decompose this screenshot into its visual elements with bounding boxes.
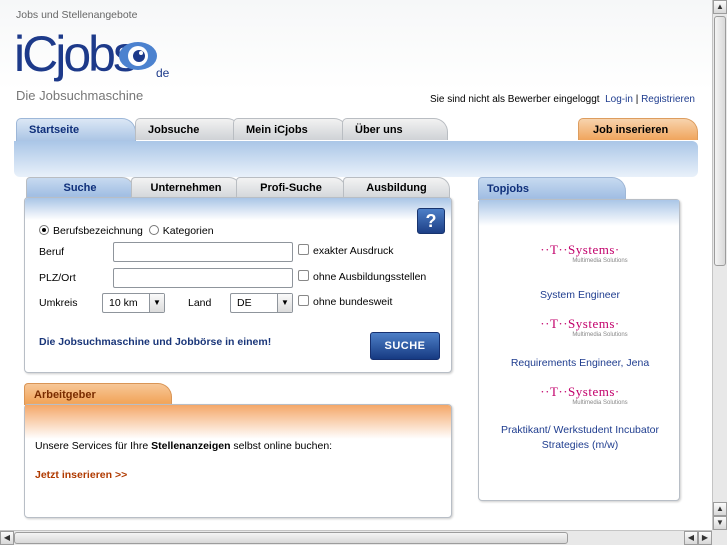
exact-option: exakter Ausdruck xyxy=(298,244,394,257)
no-training-checkbox[interactable] xyxy=(298,270,309,281)
radius-label: Umkreis xyxy=(39,297,78,309)
country-select[interactable]: DE ▼ xyxy=(230,293,293,313)
tab-unternehmen[interactable]: Unternehmen xyxy=(131,177,241,198)
radio-berufsbezeichnung-label: Berufsbezeichnung xyxy=(53,225,143,237)
scroll-up-icon[interactable]: ▲ xyxy=(713,502,727,516)
tab-jobsuche[interactable]: Jobsuche xyxy=(135,118,241,140)
country-label: Land xyxy=(188,297,212,309)
company-name: ··T··Systems· xyxy=(540,316,620,331)
tab-suche[interactable]: Suche xyxy=(26,177,134,198)
vertical-scroll-thumb[interactable] xyxy=(714,16,726,266)
company-logo[interactable]: ··T··Systems· Multimedia Solutions xyxy=(479,316,681,338)
tab-ausbildung[interactable]: Ausbildung xyxy=(343,177,450,198)
chevron-down-icon: ▼ xyxy=(149,294,164,312)
employer-panel: Unsere Services für Ihre Stellenanzeigen… xyxy=(24,404,452,518)
scroll-left-icon[interactable]: ◀ xyxy=(0,531,14,545)
chevron-down-icon: ▼ xyxy=(277,294,292,312)
radio-kategorien[interactable] xyxy=(148,225,159,235)
register-link[interactable]: Registrieren xyxy=(641,94,695,105)
topjobs-panel: ··T··Systems· Multimedia Solutions Syste… xyxy=(478,199,680,501)
topjob-link[interactable]: System Engineer xyxy=(491,288,669,303)
company-subtitle: Multimedia Solutions xyxy=(572,332,628,338)
beruf-input[interactable] xyxy=(113,242,293,262)
login-separator: | xyxy=(635,94,639,105)
logo-text: iCjobs xyxy=(14,26,138,82)
radio-kategorien-label: Kategorien xyxy=(162,225,214,237)
search-button[interactable]: SUCHE xyxy=(370,332,440,360)
main-tab-bar xyxy=(14,141,698,177)
post-job-link[interactable]: Jetzt inserieren >> xyxy=(35,469,127,481)
help-button[interactable]: ? xyxy=(417,208,445,234)
login-status-bar: Sie sind nicht als Bewerber eingeloggt L… xyxy=(430,94,695,105)
scroll-left-icon[interactable]: ◀ xyxy=(684,531,698,545)
exact-checkbox[interactable] xyxy=(298,244,309,255)
topjobs-title: Topjobs xyxy=(478,177,626,200)
tab-ueber-uns[interactable]: Über uns xyxy=(342,118,448,140)
tab-mein-icjobs[interactable]: Mein iCjobs xyxy=(233,118,348,140)
exact-checkbox-label: exakter Ausdruck xyxy=(313,245,394,257)
tab-job-inserieren[interactable]: Job inserieren xyxy=(578,118,698,140)
tab-startseite[interactable]: Startseite xyxy=(16,118,136,142)
plz-input[interactable] xyxy=(113,268,293,288)
beruf-label: Beruf xyxy=(39,246,65,258)
country-value: DE xyxy=(237,297,252,309)
no-training-option: ohne Ausbildungsstellen xyxy=(298,270,426,283)
horizontal-scroll-thumb[interactable] xyxy=(14,532,568,544)
company-name: ··T··Systems· xyxy=(540,384,620,399)
search-slogan: Die Jobsuchmaschine und Jobbörse in eine… xyxy=(39,336,272,348)
radius-select[interactable]: 10 km ▼ xyxy=(102,293,165,313)
tab-profi-suche[interactable]: Profi-Suche xyxy=(236,177,346,198)
company-subtitle: Multimedia Solutions xyxy=(572,400,628,406)
search-panel: ? Berufsbezeichnung Kategorien Beruf exa… xyxy=(24,197,452,373)
logo[interactable]: iCjobs de xyxy=(14,24,184,84)
header-slogan: Die Jobsuchmaschine xyxy=(16,88,144,103)
company-subtitle: Multimedia Solutions xyxy=(572,258,628,264)
eye-icon xyxy=(119,42,157,70)
scroll-up-icon[interactable]: ▲ xyxy=(713,0,727,14)
page: Jobs und Stellenangebote iCjobs de Die J… xyxy=(0,0,712,530)
search-type-row: Berufsbezeichnung Kategorien xyxy=(39,225,214,237)
search-tabs: Suche Unternehmen Profi-Suche Ausbildung xyxy=(26,177,450,199)
scroll-down-icon[interactable]: ▼ xyxy=(713,516,727,530)
radius-value: 10 km xyxy=(109,297,138,309)
vertical-scrollbar[interactable]: ▲ ▲ ▼ xyxy=(712,0,727,530)
employer-title: Arbeitgeber xyxy=(24,383,172,405)
horizontal-scrollbar[interactable]: ◀ ◀ ▶ xyxy=(0,530,712,545)
main-tabs: Startseite Jobsuche Mein iCjobs Über uns… xyxy=(16,118,698,142)
radio-berufsbezeichnung[interactable] xyxy=(39,225,49,235)
topjob-link[interactable]: Requirements Engineer, Jena xyxy=(491,356,669,371)
no-nationwide-checkbox[interactable] xyxy=(298,295,309,306)
login-status-text: Sie sind nicht als Bewerber eingeloggt xyxy=(429,94,600,105)
topjob-link[interactable]: Praktikant/ Werkstudent Incubator Strate… xyxy=(491,423,669,453)
employer-text: Unsere Services für Ihre Stellenanzeigen… xyxy=(35,440,333,452)
company-logo[interactable]: ··T··Systems· Multimedia Solutions xyxy=(479,242,681,264)
no-training-label: ohne Ausbildungsstellen xyxy=(313,271,427,283)
plz-label: PLZ/Ort xyxy=(39,272,76,284)
scrollbar-corner xyxy=(712,530,727,545)
no-nationwide-option: ohne bundesweit xyxy=(298,295,392,308)
scroll-right-icon[interactable]: ▶ xyxy=(698,531,712,545)
no-nationwide-label: ohne bundesweit xyxy=(313,296,393,308)
tagline: Jobs und Stellenangebote xyxy=(16,9,138,21)
company-logo[interactable]: ··T··Systems· Multimedia Solutions xyxy=(479,384,681,406)
logo-suffix: de xyxy=(156,66,170,80)
company-name: ··T··Systems· xyxy=(540,242,620,257)
login-link[interactable]: Log-in xyxy=(605,94,633,105)
